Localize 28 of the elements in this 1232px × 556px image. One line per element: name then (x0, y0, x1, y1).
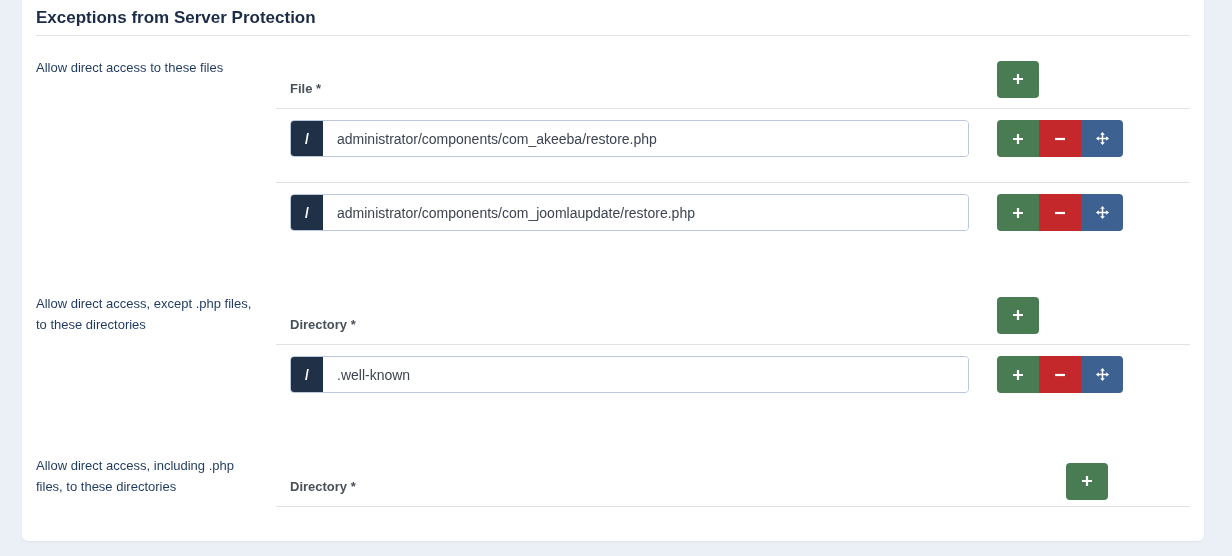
move-handle[interactable] (1081, 120, 1123, 157)
move-arrows-icon (1095, 206, 1109, 219)
plus-icon (1012, 206, 1024, 219)
column-header: File * (289, 81, 323, 98)
option-label: Allow direct access to these files (36, 59, 225, 77)
path-field[interactable]: / administrator/components/com_joomlaupdate/restore.php (290, 194, 969, 231)
plus-icon (1012, 132, 1024, 145)
move-arrows-icon (1095, 368, 1109, 381)
option-label: Allow direct access, including .php files, to these directories (36, 457, 235, 496)
add-button[interactable] (997, 120, 1039, 157)
plus-icon (1012, 368, 1024, 381)
column-header: Directory * (289, 479, 357, 496)
plus-icon (1012, 309, 1024, 321)
move-arrows-icon (1095, 132, 1109, 145)
add-button[interactable] (997, 296, 1039, 334)
plus-icon (1012, 73, 1024, 85)
section-title: Exceptions from Server Protection (36, 0, 1190, 36)
add-button[interactable] (997, 356, 1039, 393)
move-handle[interactable] (1081, 356, 1123, 393)
add-button[interactable] (997, 194, 1039, 231)
column-header: Directory * (289, 317, 357, 334)
path-field[interactable]: / administrator/components/com_akeeba/restore.php (290, 120, 969, 157)
add-button[interactable] (1066, 462, 1108, 500)
path-field[interactable]: / .well-known (290, 356, 969, 393)
option-label: Allow direct access, except .php files, to these directories (36, 295, 253, 334)
add-button[interactable] (997, 60, 1039, 98)
plus-icon (1081, 475, 1093, 487)
move-handle[interactable] (1081, 194, 1123, 231)
